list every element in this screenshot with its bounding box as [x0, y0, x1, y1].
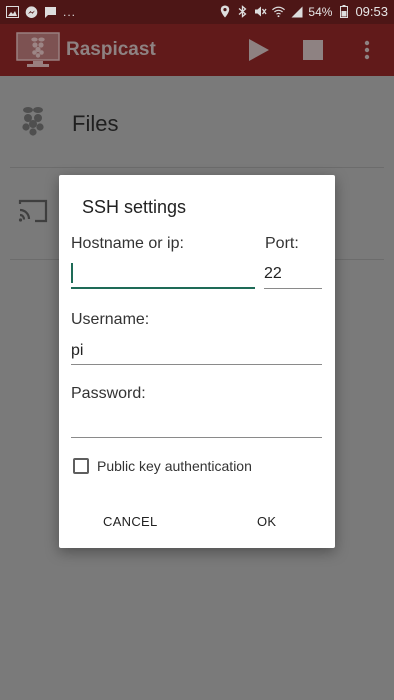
- ok-button[interactable]: OK: [257, 514, 276, 529]
- bluetooth-icon: [236, 5, 249, 18]
- raspberry-screen-icon: [16, 32, 60, 68]
- location-icon: [218, 5, 231, 18]
- mute-icon: [254, 5, 267, 18]
- status-bar: ... 54% 09:53: [0, 0, 394, 24]
- clock: 09:53: [355, 4, 388, 19]
- password-input[interactable]: [71, 408, 322, 438]
- password-label: Password:: [71, 385, 146, 402]
- port-label: Port:: [265, 235, 299, 252]
- gallery-icon: [6, 6, 19, 19]
- ssh-settings-dialog: SSH settings Hostname or ip: Port: 22 Us…: [59, 175, 335, 548]
- messages-icon: [44, 6, 57, 19]
- cancel-button[interactable]: CANCEL: [103, 514, 158, 529]
- stop-icon[interactable]: [303, 40, 323, 60]
- text-cursor: [71, 263, 73, 283]
- hostname-input[interactable]: [71, 259, 255, 289]
- username-value: pi: [71, 342, 84, 359]
- public-key-row[interactable]: Public key authentication: [73, 458, 252, 474]
- signal-icon: [290, 5, 303, 18]
- public-key-checkbox[interactable]: [73, 458, 89, 474]
- hostname-label: Hostname or ip:: [71, 235, 184, 252]
- username-label: Username:: [71, 311, 150, 328]
- play-icon[interactable]: [248, 38, 270, 62]
- list-item-label: Files: [72, 111, 119, 136]
- port-value: 22: [264, 265, 282, 282]
- battery-icon: [337, 5, 350, 18]
- dialog-title: SSH settings: [82, 197, 187, 217]
- username-input[interactable]: pi: [71, 335, 322, 365]
- list-item-files[interactable]: Files: [10, 76, 384, 168]
- cast-icon: [18, 198, 48, 230]
- public-key-label: Public key authentication: [97, 458, 252, 474]
- battery-percent: 54%: [308, 4, 333, 19]
- more-vert-icon[interactable]: [361, 38, 373, 62]
- more-notifications-indicator: ...: [63, 5, 77, 19]
- wifi-icon: [272, 5, 286, 18]
- app-bar: Raspicast: [0, 24, 394, 76]
- raspberry-icon: [18, 106, 48, 138]
- port-input[interactable]: 22: [264, 259, 322, 289]
- messenger-icon: [25, 5, 38, 19]
- app-title: Raspicast: [66, 39, 156, 60]
